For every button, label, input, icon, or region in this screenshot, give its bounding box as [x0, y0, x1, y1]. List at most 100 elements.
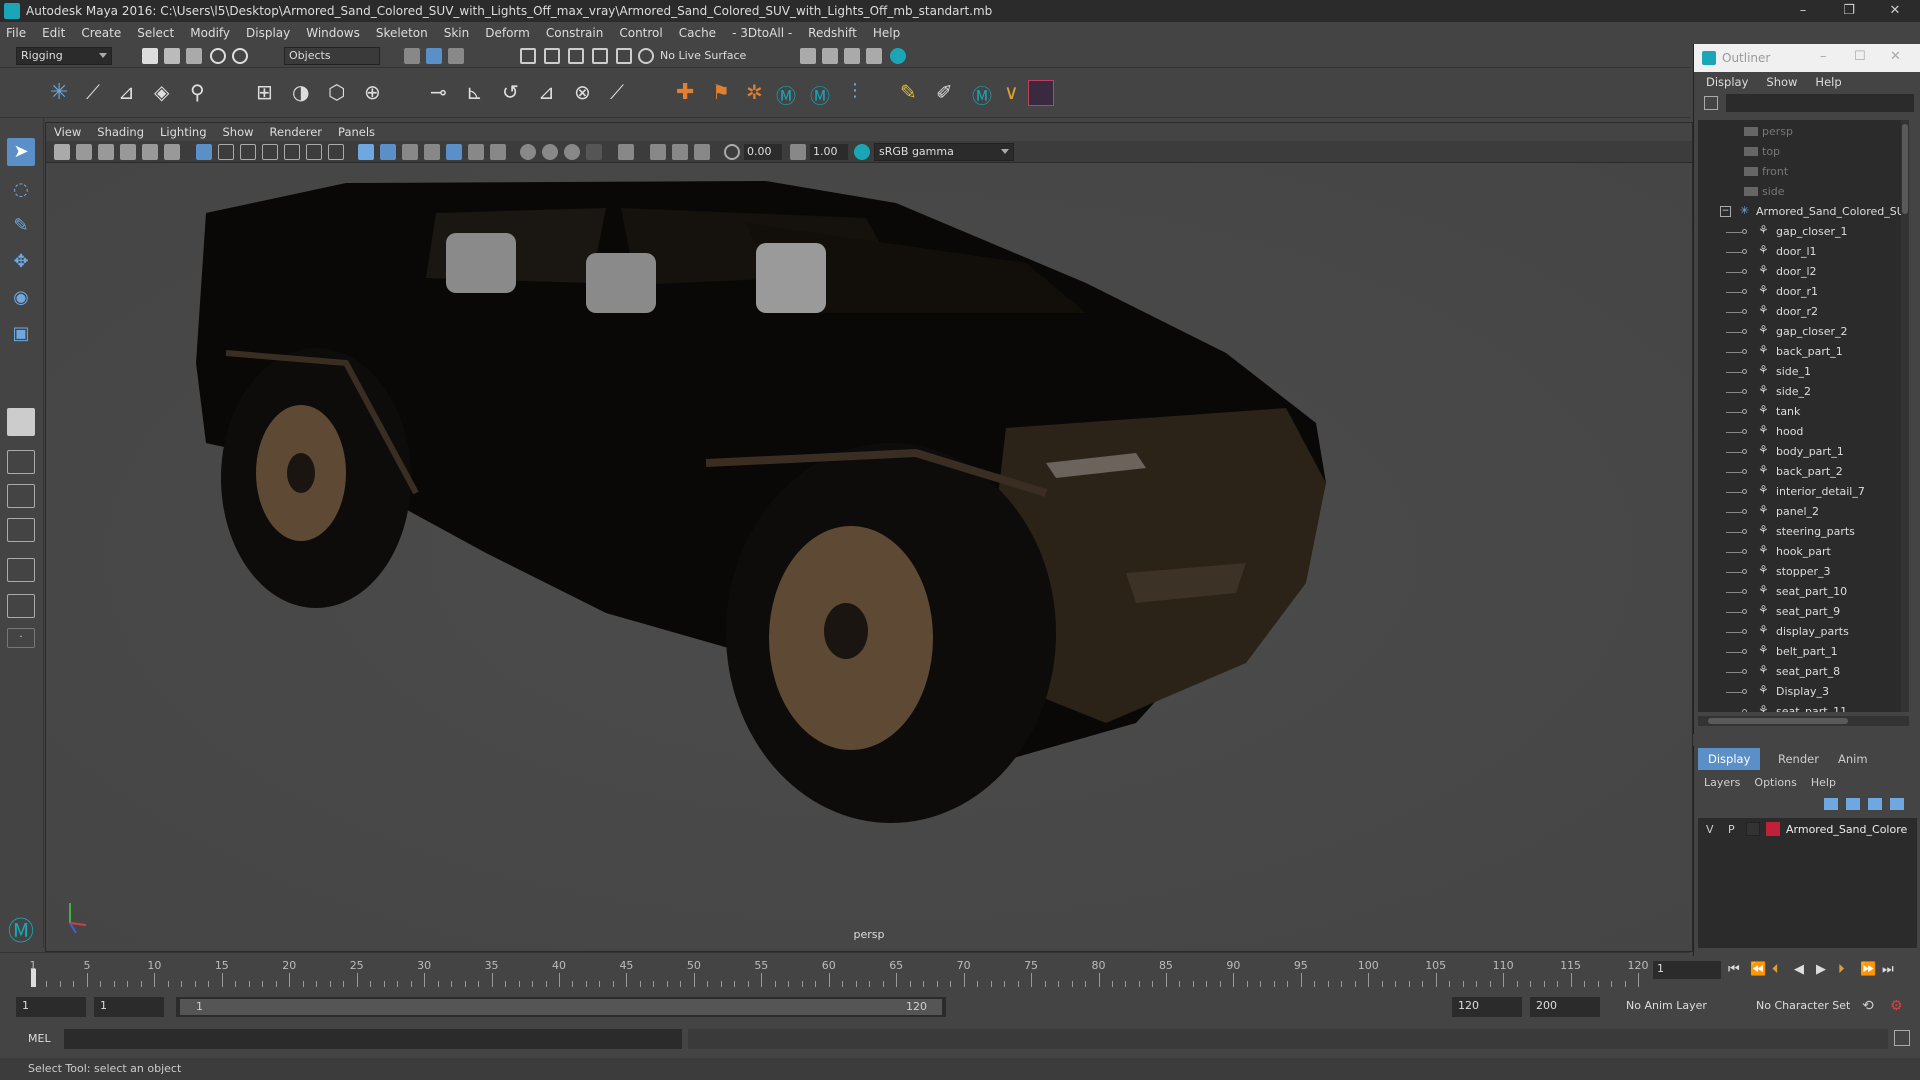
menu-3dtoall[interactable]: - 3DtoAll - [732, 26, 792, 40]
outliner-minimize-button[interactable]: – [1820, 49, 1827, 64]
isolate-select-icon[interactable] [618, 144, 634, 160]
minimize-button[interactable]: – [1780, 0, 1826, 22]
field-chart-icon[interactable] [284, 144, 300, 160]
outliner-mesh-item[interactable]: ⚘ hook_part [1698, 542, 1909, 562]
constraint-parent-icon[interactable]: ⊗ [574, 80, 598, 104]
color-management-icon[interactable] [854, 144, 870, 160]
time-slider[interactable]: 1 5 10 15 20 25 30 35 40 45 50 55 60 65 70 75 80 85 90 95 10… [0, 952, 1894, 992]
layout-two-icon[interactable] [7, 484, 35, 508]
skeleton-icon[interactable]: ⚲ [190, 80, 214, 104]
render-frame-icon[interactable] [822, 48, 838, 64]
outliner-mesh-item[interactable]: ⚘ back_part_1 [1698, 342, 1909, 362]
playback-start-field[interactable]: 1 [94, 997, 164, 1017]
hik-char-icon[interactable]: Ⓜ [810, 80, 834, 108]
smooth-shade-icon[interactable] [380, 144, 396, 160]
constraint-orient-icon[interactable]: ↺ [502, 80, 526, 104]
xray-joints-icon[interactable] [650, 144, 666, 160]
layout-four-icon[interactable] [7, 450, 35, 474]
new-layer-icon[interactable] [1868, 798, 1882, 810]
layer-color-swatch[interactable] [1766, 822, 1780, 836]
hair-icon[interactable]: ✲ [746, 80, 770, 104]
ik-spline-icon[interactable]: ⊿ [118, 80, 142, 104]
select-object-icon[interactable] [426, 48, 442, 64]
play-backward-icon[interactable]: ◀ [1794, 962, 1804, 977]
outliner-mesh-item[interactable]: ⚘ Display_3 [1698, 682, 1909, 702]
new-layer-selected-icon[interactable] [1890, 798, 1904, 810]
close-button[interactable]: ✕ [1872, 0, 1918, 22]
render-view-icon[interactable] [800, 48, 816, 64]
layer-tab-display[interactable]: Display [1698, 748, 1761, 770]
menu-skin[interactable]: Skin [444, 26, 470, 40]
hypershade-icon[interactable] [890, 48, 906, 64]
step-back-key-icon[interactable]: ⏪ [1750, 962, 1766, 977]
paint-weights-icon[interactable]: ✎ [900, 80, 924, 104]
outliner-mesh-item[interactable]: ⚘ belt_part_1 [1698, 642, 1909, 662]
outliner-mesh-item[interactable]: ⚘ side_2 [1698, 382, 1909, 402]
viewport-menu-show[interactable]: Show [223, 125, 254, 139]
menu-select[interactable]: Select [137, 26, 174, 40]
start-time-field[interactable]: 1 [16, 997, 86, 1017]
menu-help[interactable]: Help [873, 26, 900, 40]
snap-magnet-icon[interactable] [638, 48, 654, 64]
layer-tab-render[interactable]: Render [1768, 748, 1829, 770]
snap-surface-icon[interactable] [616, 48, 632, 64]
menu-redshift[interactable]: Redshift [808, 26, 857, 40]
outliner-list[interactable]: persp top front side − ✳ Armored_Sand_Colored_… [1698, 120, 1909, 712]
end-time-field[interactable]: 200 [1530, 997, 1600, 1017]
command-input[interactable] [64, 1029, 682, 1049]
open-scene-icon[interactable] [164, 48, 180, 64]
locator-icon[interactable]: ✚ [676, 80, 700, 105]
current-time-indicator[interactable] [31, 969, 36, 987]
safe-action-icon[interactable] [306, 144, 322, 160]
layer-row[interactable]: V P Armored_Sand_Colore [1698, 820, 1917, 840]
gate-mask-icon[interactable] [262, 144, 278, 160]
outliner-mesh-item[interactable]: ⚘ gap_closer_2 [1698, 322, 1909, 342]
step-forward-frame-icon[interactable]: ⏵ [1838, 962, 1845, 977]
film-gate-icon[interactable] [218, 144, 234, 160]
outliner-mesh-item[interactable]: ⚘ gap_closer_1 [1698, 222, 1909, 242]
outliner-mesh-item[interactable]: ⚘ side_1 [1698, 362, 1909, 382]
outliner-mesh-item[interactable]: ⚘ door_r1 [1698, 282, 1909, 302]
menu-edit[interactable]: Edit [42, 26, 65, 40]
viewport-menu-shading[interactable]: Shading [97, 125, 144, 139]
new-scene-icon[interactable] [142, 48, 158, 64]
use-lights-icon[interactable] [468, 144, 484, 160]
viewport-menu-panels[interactable]: Panels [338, 125, 375, 139]
ik-handle-icon[interactable]: ⟋ [86, 80, 110, 104]
snap-curve-icon[interactable] [544, 48, 560, 64]
grid-toggle-icon[interactable] [196, 144, 212, 160]
layout-graph-icon[interactable] [7, 558, 35, 582]
outliner-menu-help[interactable]: Help [1815, 75, 1841, 89]
outliner-mesh-item[interactable]: ⚘ seat_part_11 [1698, 702, 1909, 712]
dof-icon[interactable] [586, 144, 602, 160]
step-back-frame-icon[interactable]: ⏴ [1772, 962, 1779, 977]
play-forward-icon[interactable]: ▶ [1816, 962, 1826, 977]
viewport-menu-lighting[interactable]: Lighting [160, 125, 206, 139]
ao-icon[interactable] [520, 144, 536, 160]
menu-skeleton[interactable]: Skeleton [376, 26, 428, 40]
menu-display[interactable]: Display [246, 26, 290, 40]
outliner-mesh-item[interactable]: ⚘ seat_part_9 [1698, 602, 1909, 622]
textured-icon[interactable] [446, 144, 462, 160]
viewport-menu-renderer[interactable]: Renderer [270, 125, 323, 139]
shadows-icon[interactable] [490, 144, 506, 160]
lattice-icon[interactable]: ⬡ [328, 80, 352, 104]
outliner-menu-show[interactable]: Show [1766, 75, 1797, 89]
layout-persp-graph-icon[interactable] [7, 594, 35, 618]
lasso-tool-icon[interactable]: ◌ [7, 176, 35, 204]
bookmark-icon[interactable] [98, 144, 114, 160]
layer-name[interactable]: Armored_Sand_Colore [1786, 823, 1907, 836]
exposure-field[interactable]: 0.00 [744, 144, 782, 160]
outliner-mesh-item[interactable]: ⚘ hood [1698, 422, 1909, 442]
antialias-icon[interactable] [564, 144, 580, 160]
constraint-aim-icon[interactable]: ⊾ [466, 80, 490, 104]
layer-tab-anim[interactable]: Anim [1828, 748, 1878, 770]
2d-pan-zoom-icon[interactable] [142, 144, 158, 160]
xray-active-icon[interactable] [672, 144, 688, 160]
select-tool-icon[interactable]: ➤ [7, 138, 35, 166]
pin-icon[interactable]: ⚑ [712, 80, 736, 104]
menu-cache[interactable]: Cache [679, 26, 716, 40]
resolution-gate-icon[interactable] [240, 144, 256, 160]
channel-box-icon[interactable]: ⋮ [846, 80, 870, 104]
layer-menu-help[interactable]: Help [1811, 776, 1836, 789]
